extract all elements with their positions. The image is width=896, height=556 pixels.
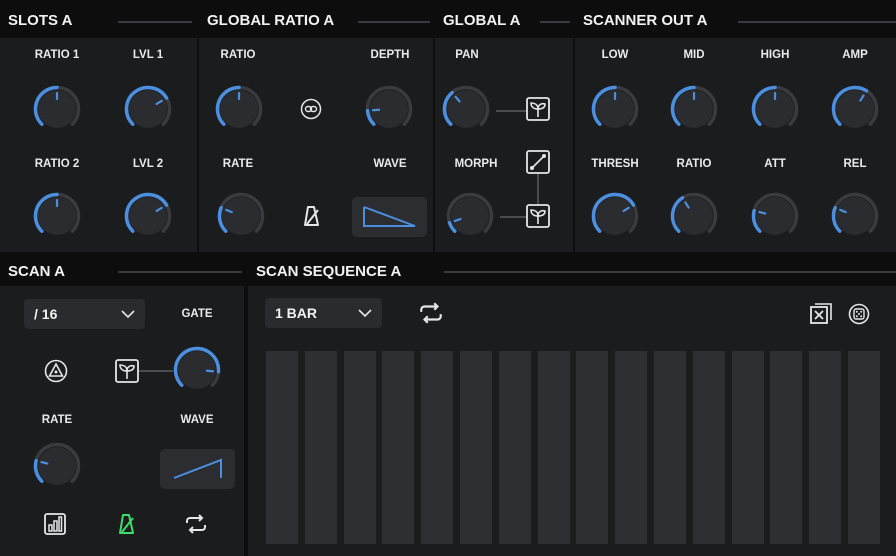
wave-label: WAVE: [373, 158, 407, 170]
scan-title: SCAN A: [8, 263, 65, 280]
global-title: GLOBAL A: [443, 12, 521, 29]
thresh-label: THRESH: [591, 158, 639, 170]
rel-label: REL: [843, 158, 867, 170]
length-dropdown[interactable]: 1 BAR: [265, 298, 382, 328]
slots-title: SLOTS A: [8, 12, 73, 29]
connector-line: [139, 370, 173, 372]
rate-label: RATE: [222, 158, 254, 170]
sequence-step[interactable]: [770, 351, 803, 544]
sprout-icon[interactable]: [115, 359, 139, 383]
scanner-ratio-knob[interactable]: [670, 192, 718, 240]
bar-chart-icon[interactable]: [44, 513, 66, 535]
global-rate-knob[interactable]: [217, 192, 265, 240]
sprout-icon[interactable]: [526, 97, 550, 121]
ratio-label: RATIO: [220, 49, 256, 61]
mid-label: MID: [683, 49, 705, 61]
loop-icon[interactable]: [184, 514, 208, 534]
section-divider: [118, 271, 242, 273]
global-wave-button[interactable]: [352, 197, 427, 237]
pan-knob[interactable]: [442, 85, 490, 133]
lvl-2-label: LVL 2: [132, 158, 164, 170]
ratio-2-knob[interactable]: [33, 192, 81, 240]
sequence-step[interactable]: [615, 351, 648, 544]
gate-label: GATE: [181, 308, 213, 320]
sequence-step[interactable]: [304, 351, 337, 544]
sequence-step[interactable]: [731, 351, 764, 544]
ratio-2-label: RATIO 2: [34, 158, 80, 170]
sequence-step[interactable]: [809, 351, 842, 544]
triangle-spin-icon[interactable]: [44, 359, 68, 383]
loop-icon[interactable]: [418, 302, 444, 324]
amp-label: AMP: [842, 49, 868, 61]
sequence-step[interactable]: [692, 351, 725, 544]
amp-knob[interactable]: [831, 85, 879, 133]
scan-wave-button[interactable]: [160, 449, 235, 489]
scanner-out-title: SCANNER OUT A: [583, 12, 708, 29]
scan-wave-label: WAVE: [180, 414, 214, 426]
lvl-2-knob[interactable]: [124, 192, 172, 240]
metronome-icon[interactable]: [302, 204, 322, 228]
section-divider: [444, 271, 896, 273]
section-divider: [540, 21, 570, 23]
gate-knob[interactable]: [173, 346, 221, 394]
sequence-step[interactable]: [537, 351, 570, 544]
high-knob[interactable]: [751, 85, 799, 133]
scan-rate-knob[interactable]: [33, 442, 81, 490]
clear-icon[interactable]: [810, 303, 832, 325]
high-label: HIGH: [760, 49, 790, 61]
depth-knob[interactable]: [365, 85, 413, 133]
thresh-knob[interactable]: [591, 192, 639, 240]
sequence-step[interactable]: [266, 351, 298, 544]
morph-label: MORPH: [454, 158, 498, 170]
saw-down-wave-icon: [363, 206, 416, 227]
chevron-down-icon: [121, 310, 135, 319]
global-ratio-title: GLOBAL RATIO A: [207, 12, 335, 29]
section-divider: [358, 21, 430, 23]
length-value: 1 BAR: [275, 305, 318, 321]
section-divider: [738, 21, 896, 23]
low-knob[interactable]: [591, 85, 639, 133]
att-knob[interactable]: [751, 192, 799, 240]
ratio-1-label: RATIO 1: [34, 49, 80, 61]
metronome-icon[interactable]: [117, 512, 137, 536]
curve-icon[interactable]: [526, 150, 550, 174]
rel-knob[interactable]: [831, 192, 879, 240]
connector-line: [496, 110, 526, 112]
mid-knob[interactable]: [670, 85, 718, 133]
ratio-label: RATIO: [676, 158, 712, 170]
depth-label: DEPTH: [370, 49, 410, 61]
sequence-step[interactable]: [848, 351, 880, 544]
morph-knob[interactable]: [446, 192, 494, 240]
sequence-step[interactable]: [576, 351, 609, 544]
low-label: LOW: [601, 49, 629, 61]
connector-line: [500, 216, 526, 218]
division-value: / 16: [34, 306, 58, 322]
sequence-step[interactable]: [654, 351, 686, 544]
sequence-step[interactable]: [421, 351, 454, 544]
att-label: ATT: [764, 158, 786, 170]
sequence-step[interactable]: [498, 351, 531, 544]
connector-line: [537, 174, 539, 204]
scan-sequence-title: SCAN SEQUENCE A: [256, 263, 402, 280]
sequence-step[interactable]: [382, 351, 415, 544]
pan-label: PAN: [455, 49, 479, 61]
division-dropdown[interactable]: / 16: [24, 299, 145, 329]
scan-rate-label: RATE: [41, 414, 73, 426]
sequence-step[interactable]: [460, 351, 492, 544]
global-ratio-knob[interactable]: [215, 85, 263, 133]
sprout-icon[interactable]: [526, 204, 550, 228]
link-icon[interactable]: [300, 98, 322, 120]
dice-icon[interactable]: [848, 303, 870, 325]
sequence-step[interactable]: [343, 351, 376, 544]
section-divider: [118, 21, 192, 23]
chevron-down-icon: [358, 309, 372, 318]
ratio-1-knob[interactable]: [33, 85, 81, 133]
lvl-1-knob[interactable]: [124, 85, 172, 133]
saw-up-wave-icon: [173, 458, 222, 479]
lvl-1-label: LVL 1: [132, 49, 164, 61]
